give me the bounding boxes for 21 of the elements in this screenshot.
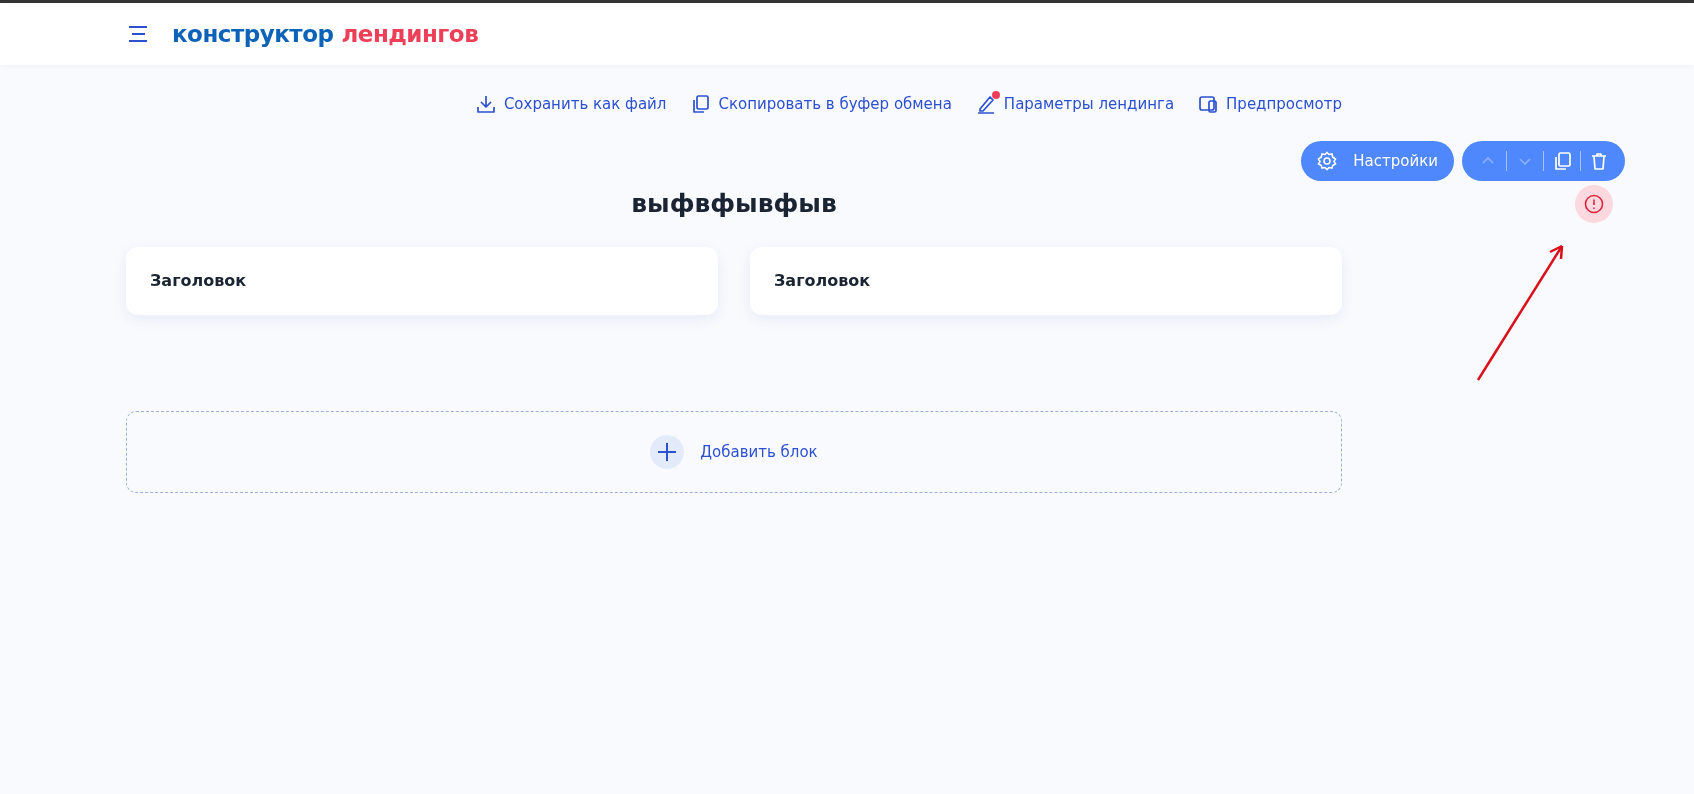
copy-icon <box>690 94 711 114</box>
settings-icon <box>1317 151 1338 171</box>
toolbar-link[interactable]: Параметры лендинга <box>975 92 1175 116</box>
toolbar-link[interactable]: Сохранить как файл <box>475 92 667 116</box>
toolbar-link[interactable]: Скопировать в буфер обмена <box>690 92 952 116</box>
settings-button[interactable]: Настройки <box>1301 141 1454 181</box>
devices-icon <box>1198 94 1219 114</box>
error-indicator[interactable] <box>1575 185 1613 223</box>
trash-icon <box>1589 151 1609 171</box>
menu-icon[interactable] <box>128 26 148 42</box>
exclamation-icon <box>1584 194 1604 214</box>
copy-icon <box>1552 151 1572 171</box>
add-block-button[interactable]: Добавить блок <box>126 411 1342 493</box>
plus-icon <box>650 435 685 469</box>
download-icon <box>475 94 496 114</box>
logo[interactable]: конструктор лендингов <box>172 16 479 52</box>
toolbar-link[interactable]: Предпросмотр <box>1198 92 1342 116</box>
card-title: Заголовок <box>150 270 247 292</box>
pencil-icon <box>975 94 996 114</box>
card-title: Заголовок <box>774 270 871 292</box>
block-title: выфвфывфыв <box>631 189 837 219</box>
